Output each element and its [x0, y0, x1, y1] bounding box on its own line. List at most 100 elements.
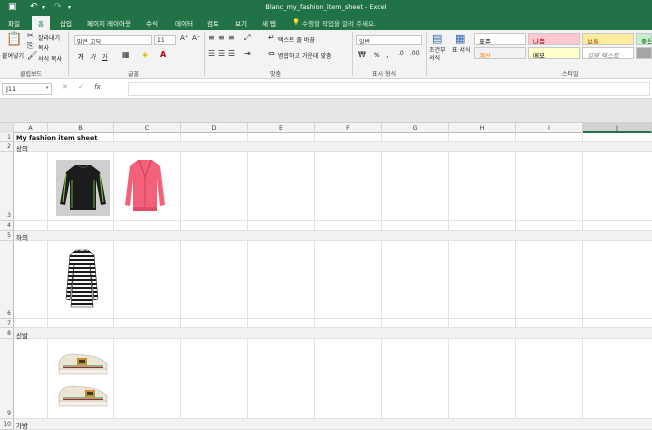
paste-button[interactable]: 붙여넣기: [2, 51, 24, 60]
select-all-corner[interactable]: [0, 123, 14, 133]
row-header-9[interactable]: 9: [0, 339, 14, 419]
increase-decimal-icon[interactable]: .0: [398, 50, 404, 57]
wrap-text-button[interactable]: 텍스트 줄 바꿈: [278, 35, 315, 44]
row-5: [14, 231, 652, 241]
row-header-10[interactable]: 10: [0, 419, 14, 430]
row-header-1[interactable]: 1: [0, 133, 14, 142]
enter-icon[interactable]: ✓: [78, 83, 84, 91]
format-as-table-icon[interactable]: ▦: [455, 32, 465, 45]
worksheet-grid[interactable]: 1 My fashion item sheet 2 상의 3 4 5 하의 6 …: [0, 133, 652, 430]
fill-color-icon[interactable]: ◈: [142, 50, 148, 59]
bold-button[interactable]: 가: [78, 52, 84, 61]
align-right-icon[interactable]: ☰: [228, 49, 235, 58]
grow-font-icon[interactable]: A⁺: [180, 34, 188, 42]
column-header-g[interactable]: G: [382, 123, 449, 133]
cell-style-bad[interactable]: 나쁨: [528, 33, 580, 45]
cancel-icon[interactable]: ✕: [62, 83, 68, 91]
styles-group-label: 스타일: [562, 71, 579, 78]
tab-home[interactable]: 홈: [32, 16, 50, 30]
underline-button[interactable]: 가: [102, 52, 108, 61]
column-header-j[interactable]: J: [583, 123, 652, 133]
tab-insert[interactable]: 삽입: [60, 18, 72, 28]
row-header-5[interactable]: 5: [0, 231, 14, 241]
format-painter-button[interactable]: 서식 복사: [38, 54, 62, 63]
merge-center-button[interactable]: 병합하고 가운데 맞춤: [278, 51, 332, 60]
row-header-4[interactable]: 4: [0, 221, 14, 231]
striped-dress-image[interactable]: [60, 247, 104, 315]
indent-icon[interactable]: ⇥: [244, 49, 251, 58]
formula-input[interactable]: [128, 82, 650, 96]
accounting-format-icon[interactable]: ₩: [358, 50, 366, 59]
format-painter-icon[interactable]: 🖌: [27, 51, 37, 60]
italic-button[interactable]: 가: [90, 52, 96, 61]
paste-icon[interactable]: 📋: [6, 32, 22, 47]
percent-style-button[interactable]: %: [374, 52, 380, 59]
align-center-icon[interactable]: ☰: [218, 49, 225, 58]
insert-function-icon[interactable]: fx: [94, 83, 101, 91]
tab-data[interactable]: 데이터: [175, 18, 193, 28]
row-header-8[interactable]: 8: [0, 328, 14, 339]
tab-view[interactable]: 보기: [235, 18, 247, 28]
column-header-a[interactable]: A: [14, 123, 48, 133]
conditional-formatting-icon[interactable]: ▤: [432, 32, 442, 45]
merge-center-icon[interactable]: ⇔: [268, 49, 275, 58]
comma-style-icon[interactable]: ,: [386, 50, 389, 59]
tab-file[interactable]: 파일: [8, 18, 20, 28]
align-bottom-icon[interactable]: ≡: [228, 33, 235, 42]
column-header-c[interactable]: C: [114, 123, 181, 133]
cell-a10[interactable]: 가방: [16, 420, 28, 430]
tab-new[interactable]: 새 탭: [262, 18, 276, 28]
cell-style-calculation[interactable]: 계산: [474, 47, 526, 59]
sneakers-image[interactable]: [55, 346, 111, 414]
cell-style-explanatory[interactable]: 설명 텍스트: [582, 47, 634, 59]
row-7: [14, 319, 652, 328]
cell-style-note[interactable]: 메모: [528, 47, 580, 59]
name-box[interactable]: J11: [2, 83, 52, 95]
align-left-icon[interactable]: ☰: [208, 49, 215, 58]
cut-icon[interactable]: ✂: [27, 31, 34, 40]
black-compression-top-image[interactable]: [56, 160, 110, 216]
row-header-7[interactable]: 7: [0, 319, 14, 328]
copy-button[interactable]: 복사: [38, 43, 49, 52]
row-6: [14, 241, 652, 319]
column-header-h[interactable]: H: [449, 123, 516, 133]
format-as-table-button[interactable]: 표 서식: [452, 47, 472, 55]
shrink-font-icon[interactable]: A⁻: [192, 34, 200, 42]
align-top-icon[interactable]: ≡: [208, 33, 215, 42]
row-header-2[interactable]: 2: [0, 142, 14, 152]
tell-me-box[interactable]: 수행할 작업을 알려 주세요.: [302, 18, 376, 28]
row-2: [14, 142, 652, 152]
row-header-6[interactable]: 6: [0, 241, 14, 319]
align-middle-icon[interactable]: ≡: [218, 33, 225, 42]
cell-a1[interactable]: My fashion item sheet: [16, 134, 97, 142]
number-format-select[interactable]: 일반: [356, 35, 422, 45]
separator: [68, 32, 69, 76]
row-header-3[interactable]: 3: [0, 152, 14, 221]
ribbon: 📋 붙여넣기 ✂ 잘라내기 ⎘ 복사 🖌 서식 복사 클립보드 맑은 고딕 11…: [0, 30, 652, 79]
cell-style-neutral[interactable]: 보통: [582, 33, 634, 45]
orientation-icon[interactable]: ⤢: [244, 33, 250, 43]
font-name-select[interactable]: 맑은 고딕: [74, 35, 152, 45]
decrease-decimal-icon[interactable]: .00: [410, 50, 420, 57]
column-headers: A B C D E F G H I J: [0, 123, 652, 133]
name-box-dropdown-icon[interactable]: ▾: [46, 85, 49, 91]
pink-cardigan-image[interactable]: [122, 157, 168, 217]
column-header-d[interactable]: D: [181, 123, 248, 133]
borders-icon[interactable]: ▦: [122, 50, 130, 59]
cut-button[interactable]: 잘라내기: [38, 33, 60, 42]
cell-style-more[interactable]: [636, 47, 652, 59]
wrap-text-icon[interactable]: ↵: [268, 33, 275, 42]
conditional-formatting-button[interactable]: 조건부 서식: [429, 47, 449, 63]
tab-review[interactable]: 검토: [207, 18, 219, 28]
column-header-i[interactable]: I: [516, 123, 583, 133]
cell-style-good[interactable]: 좋음: [636, 33, 652, 45]
copy-icon[interactable]: ⎘: [27, 41, 33, 51]
cell-style-normal[interactable]: 표준: [474, 33, 526, 45]
column-header-b[interactable]: B: [48, 123, 114, 133]
font-color-icon[interactable]: A: [160, 50, 166, 59]
column-header-f[interactable]: F: [315, 123, 382, 133]
font-size-select[interactable]: 11: [154, 35, 176, 45]
tab-page-layout[interactable]: 페이지 레이아웃: [87, 18, 131, 28]
tab-formulas[interactable]: 수식: [146, 18, 158, 28]
column-header-e[interactable]: E: [248, 123, 315, 133]
